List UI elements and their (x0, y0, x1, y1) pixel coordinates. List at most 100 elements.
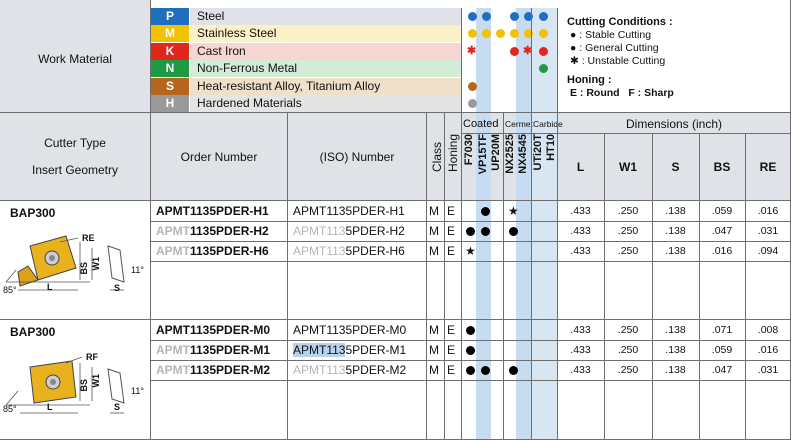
grid-line (557, 380, 791, 381)
grade-strip-nx4545 (516, 8, 531, 440)
dimension-l: .433 (570, 324, 591, 336)
dimension-w1: .250 (617, 245, 639, 257)
stable-cutting-icon (481, 207, 490, 216)
material-name-s: Heat-resistant Alloy, Titanium Alloy (190, 77, 462, 95)
dimension-s: .138 (665, 225, 686, 237)
honing-value: E (447, 343, 456, 357)
grid-line (557, 261, 791, 262)
honing-text: E : Round F : Sharp (570, 87, 674, 99)
dimension-bs: .059 (711, 205, 733, 217)
grid-line (150, 360, 557, 361)
grid-line (531, 8, 532, 440)
re-label-a: RE (82, 233, 95, 243)
grid-line (0, 200, 791, 201)
iso-number-prefix: APMT113 (293, 224, 346, 238)
grade-header-nx4545: NX4545 (517, 134, 529, 174)
order-number-prefix: APMT (156, 343, 190, 357)
class-value: M (429, 204, 439, 218)
grade-header-vp15tf: VP15TF (477, 134, 489, 175)
order-number-prefix: APMT (156, 224, 190, 238)
order-number: APMT1135PDER-H6 (156, 242, 269, 261)
stable-cutting-icon (509, 227, 518, 236)
honing-value: E (447, 363, 456, 377)
grade-header-nx2525: NX2525 (504, 134, 516, 174)
order-number-suffix: 1135PDER-H2 (190, 224, 269, 238)
order-number-prefix: APMT (156, 323, 190, 337)
grid-line (604, 133, 605, 440)
s-label-a: S (114, 283, 121, 293)
stable-cutting-icon (509, 366, 518, 375)
dimension-bs: .047 (711, 364, 733, 376)
grade-header-f7030: F7030 (463, 134, 475, 166)
class-value: M (429, 343, 439, 357)
condition-dot-icon (468, 12, 477, 21)
grid-line (557, 241, 791, 242)
dimension-l: .433 (570, 225, 591, 237)
material-name-n: Non-Ferrous Metal (190, 60, 462, 78)
iso-number: APMT1135PDER-M2 (293, 361, 406, 380)
grid-line (557, 340, 791, 341)
honing-header: Honing (446, 134, 460, 173)
order-number: APMT1135PDER-H1 (156, 202, 269, 221)
grid-line (557, 221, 791, 222)
grade-strip-vp15tf (476, 8, 491, 440)
cutting-condition-stable: ● : Stable Cutting (570, 29, 652, 41)
stable-cutting-icon (466, 346, 475, 355)
condition-dot-icon (510, 12, 519, 21)
condition-dot-icon (510, 46, 519, 56)
order-number-prefix: APMT (156, 363, 190, 377)
unstable-cutting-icon: ✱ (467, 44, 477, 57)
grid-line (0, 319, 791, 320)
iso-number: APMT1135PDER-M1 (293, 341, 406, 360)
dimension-w1: .250 (617, 225, 639, 237)
dimension-s: .138 (665, 324, 686, 336)
order-number-suffix: 1135PDER-M0 (190, 323, 271, 337)
iso-number-prefix: APMT113 (293, 343, 346, 357)
grid-line (461, 133, 557, 134)
class-value: M (429, 244, 439, 258)
material-code-m: M (151, 25, 189, 43)
w1-label-b: W1 (91, 374, 101, 388)
iso-number-suffix: 5PDER-H2 (345, 224, 405, 238)
class-value: M (429, 363, 439, 377)
dimension-re: .016 (757, 205, 779, 217)
iso-number-header: (ISO) Number (319, 150, 395, 164)
dimension-re: .016 (757, 344, 779, 356)
honing-value: E (447, 244, 456, 258)
order-number-suffix: 1135PDER-M2 (190, 363, 271, 377)
condition-dot-icon (539, 46, 548, 56)
grade-header-ht10: HT10 (545, 134, 557, 161)
grid-line (557, 8, 558, 440)
honing-value: E (447, 224, 456, 238)
dimension-header-re: RE (759, 160, 777, 174)
dimension-l: .433 (570, 344, 591, 356)
material-code-h: H (151, 95, 189, 112)
condition-dot-icon (468, 99, 477, 108)
order-number-header: Order Number (180, 150, 258, 164)
grid-line (557, 133, 791, 134)
angle-85-label-a: 85° (3, 285, 17, 295)
grid-line (699, 133, 700, 440)
condition-dot-icon (539, 12, 548, 21)
grid-line (150, 221, 557, 222)
dimension-l: .433 (570, 245, 591, 257)
grid-line (745, 133, 746, 440)
grid-line (150, 241, 557, 242)
material-code-n: N (151, 60, 189, 78)
iso-number: APMT1135PDER-H6 (293, 242, 405, 261)
dimension-w1: .250 (617, 364, 639, 376)
grid-line (652, 133, 653, 440)
dimension-re: .031 (757, 364, 779, 376)
work-material-label: Work Material (38, 52, 112, 66)
grade-header-up20m: UP20M (490, 134, 502, 171)
l-label-b: L (47, 402, 53, 412)
material-name-h: Hardened Materials (190, 95, 462, 112)
condition-dot-icon (468, 81, 477, 91)
order-number: APMT1135PDER-H2 (156, 222, 269, 241)
dimension-header-s: S (671, 160, 680, 174)
angle-85-label-b: 85° (3, 404, 17, 414)
grid-line (150, 380, 557, 381)
dimension-header-w1: W1 (619, 160, 637, 174)
grid-line (287, 112, 288, 440)
l-label-a: L (47, 282, 53, 292)
